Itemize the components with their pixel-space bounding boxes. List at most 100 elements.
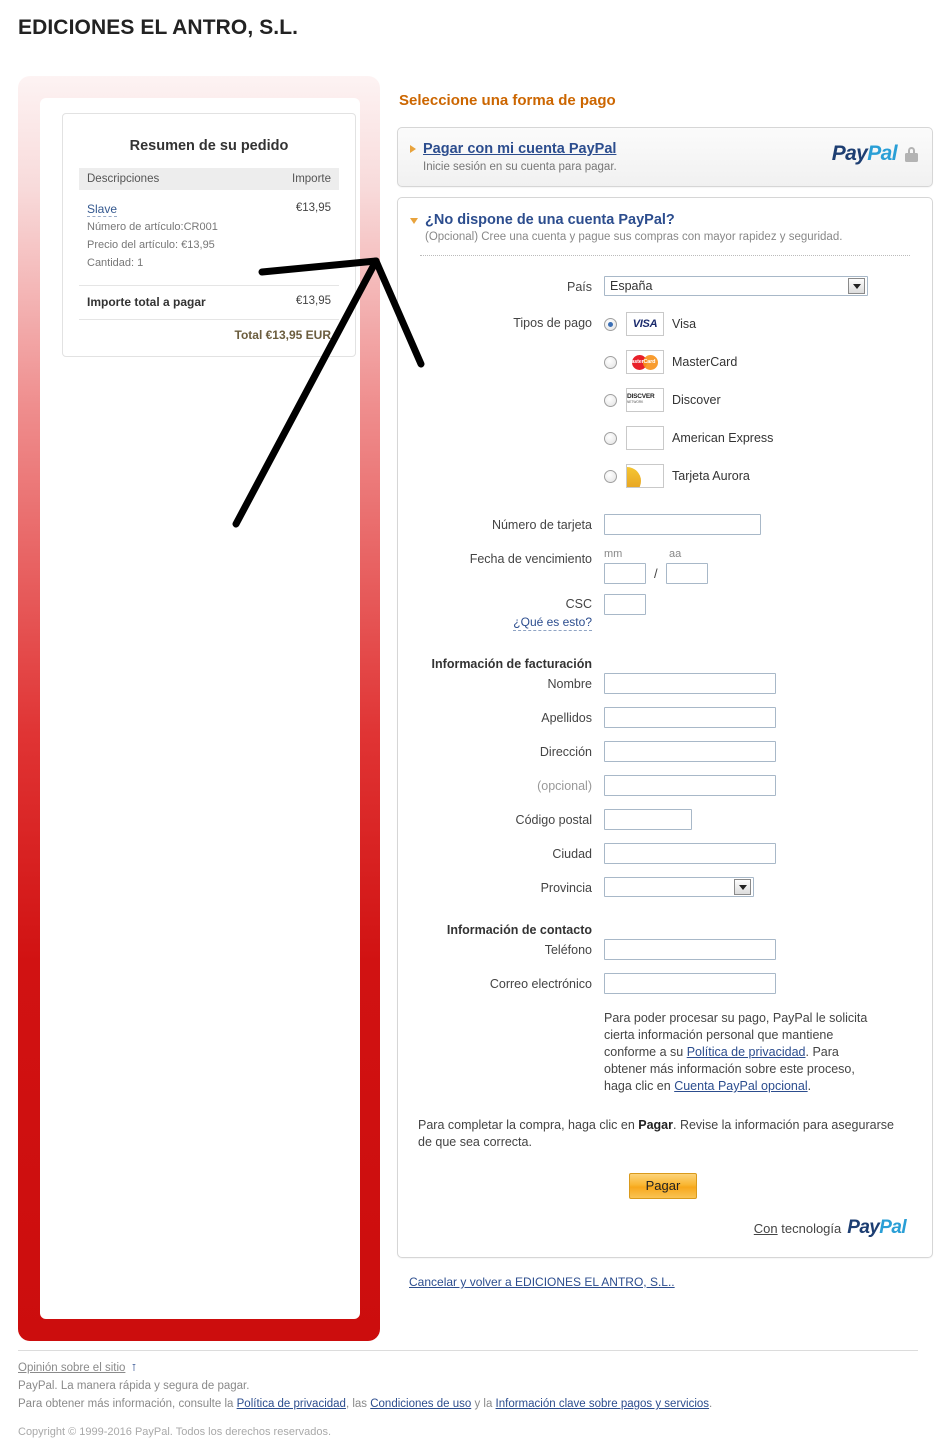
country-label: País <box>566 280 592 294</box>
order-item-unit-price: Precio del artículo: €13,95 <box>87 239 215 251</box>
radio-visa[interactable] <box>604 317 617 331</box>
order-item-row: Slave €13,95 Número de artículo:CR001 Pr… <box>79 190 339 286</box>
payment-type-discover[interactable]: DISCVER NETWORK Discover <box>604 388 918 412</box>
powered-con[interactable]: Con <box>754 1221 778 1236</box>
site-feedback-link[interactable]: Opinión sobre el sitio <box>18 1359 125 1377</box>
email-input[interactable] <box>604 973 776 994</box>
city-input[interactable] <box>604 843 776 864</box>
phone-input[interactable] <box>604 939 776 960</box>
chevron-down-icon[interactable] <box>410 218 418 224</box>
payment-type-label: Visa <box>672 317 697 331</box>
order-summary-header-row: Descripciones Importe <box>79 168 339 190</box>
csc-help-link[interactable]: ¿Qué es esto? <box>513 614 592 631</box>
payment-type-visa[interactable]: VISA Visa <box>604 312 918 336</box>
pay-with-paypal-link[interactable]: Pagar con mi cuenta PayPal <box>423 141 616 157</box>
mastercard-logo: MasterCard <box>626 350 664 374</box>
order-item-name-link[interactable]: Slave <box>87 202 118 217</box>
first-name-input[interactable] <box>604 673 776 694</box>
card-number-input[interactable] <box>604 514 761 535</box>
pay-button[interactable]: Pagar <box>628 1173 698 1199</box>
last-name-input[interactable] <box>604 707 776 728</box>
billing-city-row: Ciudad <box>408 843 918 864</box>
paypal-account-box[interactable]: Pagar con mi cuenta PayPal Inicie sesión… <box>397 127 933 187</box>
submit-instructions: Para completar la compra, haga clic en P… <box>418 1117 908 1151</box>
submit-note-bold: Pagar <box>638 1118 673 1132</box>
radio-aurora[interactable] <box>604 469 617 483</box>
expiry-mm-hint: mm <box>604 548 623 560</box>
billing-province-row: Provincia <box>408 877 918 897</box>
city-label: Ciudad <box>552 847 592 861</box>
billing-postal-row: Código postal <box>408 809 918 830</box>
payment-type-aurora[interactable]: Aurora Tarjeta Aurora <box>604 464 918 488</box>
radio-mastercard[interactable] <box>604 355 617 369</box>
footer-privacy-link[interactable]: Política de privacidad <box>237 1398 346 1410</box>
country-select[interactable]: España <box>604 276 868 296</box>
contact-phone-row: Teléfono <box>408 939 918 960</box>
powered-logo-pal: Pal <box>879 1217 906 1238</box>
radio-discover[interactable] <box>604 393 617 407</box>
billing-address-row: Dirección <box>408 741 918 762</box>
guest-checkout-title[interactable]: ¿No dispone de una cuenta PayPal? <box>425 212 675 228</box>
expiry-year-input[interactable] <box>665 563 708 584</box>
csc-label: CSC <box>565 597 592 611</box>
footer-key-info-link[interactable]: Información clave sobre pagos y servicio… <box>496 1398 710 1410</box>
footer-info-part2: , las <box>345 1398 371 1410</box>
billing-heading-row: Información de facturación <box>408 653 918 672</box>
billing-name-row: Nombre <box>408 673 918 694</box>
first-name-label: Nombre <box>547 677 592 691</box>
card-number-label: Número de tarjeta <box>491 518 592 532</box>
billing-heading: Información de facturación <box>431 657 592 671</box>
privacy-note: Para poder procesar su pago, PayPal le s… <box>604 1010 876 1095</box>
pay-button-wrap: Pagar <box>408 1173 918 1199</box>
payment-type-label: MasterCard <box>672 355 738 369</box>
discover-logo: DISCVER NETWORK <box>626 388 664 412</box>
order-summary-title: Resumen de su pedido <box>129 138 289 154</box>
expiry-yy-hint: aa <box>669 548 682 560</box>
powered-logo-pay: Pay <box>847 1217 880 1238</box>
page-footer: Opinión sobre el sitio ⊺ PayPal. La mane… <box>18 1350 918 1438</box>
csc-row: CSC ¿Qué es esto? <box>408 594 918 631</box>
cancel-and-return-link[interactable]: Cancelar y volver a EDICIONES EL ANTRO, … <box>409 1275 675 1289</box>
address2-input[interactable] <box>604 775 776 796</box>
paypal-logo: PayPal <box>832 142 918 166</box>
address-input[interactable] <box>604 741 776 762</box>
visa-logo: VISA <box>626 312 664 336</box>
divider <box>420 255 910 256</box>
payment-type-amex[interactable]: American Express <box>604 426 918 450</box>
province-select[interactable] <box>604 877 754 897</box>
expiry-row: Fecha de vencimiento mm aa / <box>408 548 918 584</box>
chevron-down-icon[interactable] <box>734 879 751 895</box>
lock-icon <box>905 146 918 162</box>
footer-copyright: Copyright © 1999-2016 PayPal. Todos los … <box>18 1426 332 1438</box>
order-item-quantity: Cantidad: 1 <box>87 257 144 269</box>
payment-type-label: Discover <box>672 393 721 407</box>
postal-code-input[interactable] <box>604 809 692 830</box>
column-description: Descripciones <box>87 173 160 185</box>
payment-types-row: Tipos de pago VISA Visa MasterCard DISCV… <box>408 312 918 502</box>
csc-input[interactable] <box>604 594 646 615</box>
order-total-value: €13,95 <box>295 295 331 307</box>
payment-type-mastercard[interactable]: MasterCard MasterCard <box>604 350 918 374</box>
column-amount: Importe <box>292 173 331 185</box>
payment-column: Seleccione una forma de pago Pagar con m… <box>397 92 933 1291</box>
email-label: Correo electrónico <box>489 977 592 991</box>
feedback-icon[interactable]: ⊺ <box>131 1363 136 1374</box>
footer-terms-link[interactable]: Condiciones de uso <box>370 1398 471 1410</box>
expiry-separator: / <box>654 566 658 581</box>
paypal-logo-pal: Pal <box>867 142 897 165</box>
expiry-month-input[interactable] <box>604 563 646 584</box>
privacy-policy-link[interactable]: Política de privacidad <box>687 1045 806 1059</box>
radio-amex[interactable] <box>604 431 617 445</box>
merchant-name: EDICIONES EL ANTRO, S.L. <box>18 16 299 39</box>
chevron-right-icon <box>410 145 416 153</box>
chevron-down-icon[interactable] <box>848 278 865 294</box>
order-total-label: Importe total a pagar <box>87 295 206 309</box>
optional-paypal-account-link[interactable]: Cuenta PayPal opcional <box>674 1079 807 1093</box>
page-title: Seleccione una forma de pago <box>399 92 616 109</box>
order-item-price: €13,95 <box>295 202 331 214</box>
phone-label: Teléfono <box>544 943 592 957</box>
country-row: País España <box>408 276 918 296</box>
billing-address2-row: (opcional) <box>408 775 918 796</box>
paypal-logo-pay: Pay <box>831 142 868 165</box>
last-name-label: Apellidos <box>541 711 592 725</box>
